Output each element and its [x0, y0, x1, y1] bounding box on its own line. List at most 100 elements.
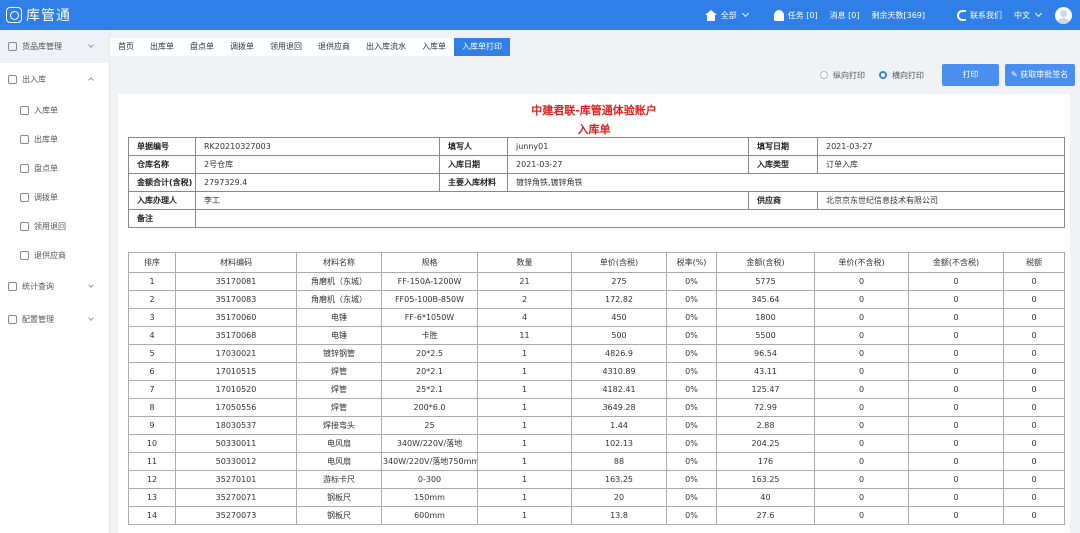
messages-label: 消息 [0]	[829, 10, 860, 20]
print-button[interactable]: 打印	[942, 64, 999, 86]
sidebar-item-settings[interactable]: 配置管理	[0, 303, 109, 336]
table-cell: 1800	[716, 308, 815, 327]
contact-link[interactable]: 联系我们	[957, 9, 1002, 21]
tab-requisition-return[interactable]: 领用退回	[262, 38, 310, 56]
table-cell: 0	[1003, 326, 1065, 345]
scope-dropdown[interactable]: 全部	[704, 9, 749, 21]
avatar[interactable]	[1055, 6, 1072, 24]
table-cell: 40	[716, 488, 815, 507]
tab-inbound-print[interactable]: 入库单打印	[454, 38, 510, 56]
table-cell: 0%	[666, 272, 717, 291]
days-left-badge: 剩余天数[369]	[871, 10, 925, 21]
contact-label: 联系我们	[970, 10, 1002, 20]
table-cell: 13	[128, 488, 176, 507]
tab-stocktake[interactable]: 盘点单	[182, 38, 222, 56]
table-cell: 275	[571, 272, 667, 291]
language-label: 中文	[1014, 10, 1030, 20]
chevron-down-icon	[88, 315, 94, 321]
table-cell: 0-300	[381, 470, 478, 489]
table-cell: 0	[908, 362, 1004, 381]
table-cell: 43.11	[716, 362, 815, 381]
radio-icon	[820, 71, 828, 79]
table-cell: 0	[814, 290, 909, 309]
column-header: 规格	[381, 252, 478, 273]
filler-value: junny01	[507, 137, 749, 156]
table-cell: 1	[477, 470, 572, 489]
fetch-signature-button[interactable]: ✎ 获取审批签名	[1005, 64, 1075, 86]
language-dropdown[interactable]: 中文	[1014, 9, 1043, 21]
top-bar: 库管通 全部 任务 [0] 消息 [0] 剩余天数[369] 联系我们 中文	[0, 0, 1080, 30]
table-cell: 0	[1003, 272, 1065, 291]
radio-label: 横向打印	[892, 70, 924, 80]
table-cell: 600mm	[381, 506, 478, 525]
table-cell: 0	[1003, 434, 1065, 453]
table-cell: 0	[908, 290, 1004, 309]
table-cell: 0%	[666, 416, 717, 435]
table-row: 6 17010515 焊管 20*2.1 1 4310.89 0% 43.11 0 0 0	[128, 362, 1065, 381]
table-cell: 35270073	[175, 506, 297, 525]
tasks-link[interactable]: 任务 [0]	[773, 9, 818, 21]
table-cell: FF-6*1050W	[381, 308, 478, 327]
table-cell: 21	[477, 272, 572, 291]
table-cell: 0%	[666, 506, 717, 525]
tab-home[interactable]: 首页	[110, 38, 142, 56]
table-cell: 450	[571, 308, 667, 327]
document-title: 入库单	[577, 123, 611, 136]
table-cell: 0	[814, 452, 909, 471]
tab-outbound[interactable]: 出库单	[142, 38, 182, 56]
table-cell: 204.25	[716, 434, 815, 453]
table-cell: 0	[814, 272, 909, 291]
column-header: 单价(含税)	[571, 252, 667, 273]
table-cell: 0	[814, 308, 909, 327]
sidebar-item-transfer[interactable]: 调拨单	[0, 183, 109, 212]
table-cell: 0	[908, 416, 1004, 435]
table-cell: 0	[1003, 380, 1065, 399]
table-cell: 13.8	[571, 506, 667, 525]
tab-transfer[interactable]: 调拨单	[222, 38, 262, 56]
table-cell: 0	[908, 398, 1004, 417]
doc-no-value: RK20210327003	[195, 137, 440, 156]
table-cell: 0	[908, 272, 1004, 291]
table-cell: 10	[128, 434, 176, 453]
sidebar-item-inbound[interactable]: 入库单	[0, 96, 109, 125]
supplier-label: 供应商	[748, 191, 818, 210]
table-cell: 0	[1003, 452, 1065, 471]
table-cell: 0	[908, 308, 1004, 327]
in-type-value: 订单入库	[817, 155, 1065, 174]
tab-inbound[interactable]: 入库单	[414, 38, 454, 56]
sidebar-item-stock-io[interactable]: 出入库	[0, 63, 109, 96]
table-cell: 25*2.1	[381, 380, 478, 399]
sidebar-item-label: 出库单	[34, 135, 58, 144]
items-header-row: 排序 材料编码 材料名称 规格 数量 单价(含税) 税率(%) 金额(含税) 单价(不含税) 金额…	[128, 252, 1065, 273]
table-row: 2 35170083 角磨机（东城） FF05-100B-850W 2 172.82 0% 3…	[128, 290, 1065, 309]
sidebar-item-supplier-return[interactable]: 退供应商	[0, 241, 109, 270]
chevron-down-icon	[741, 9, 749, 18]
sidebar-item-outbound[interactable]: 出库单	[0, 125, 109, 154]
table-cell: 0	[908, 470, 1004, 489]
landscape-print-radio[interactable]: 横向打印	[879, 70, 924, 81]
app-logo[interactable]: 库管通	[0, 5, 110, 25]
column-header: 排序	[128, 252, 176, 273]
messages-link[interactable]: 消息 [0]	[830, 10, 860, 21]
amount-label: 金额合计(含税)	[128, 173, 196, 192]
table-cell: 163.25	[716, 470, 815, 489]
sidebar-item-requisition-return[interactable]: 领用退回	[0, 212, 109, 241]
tab-stock-flow[interactable]: 出入库流水	[358, 38, 414, 56]
table-cell: 钢板尺	[296, 488, 382, 507]
sidebar-item-statistics[interactable]: 统计查询	[0, 270, 109, 303]
portrait-print-radio[interactable]: 纵向打印	[820, 70, 865, 81]
table-cell: 0%	[666, 452, 717, 471]
table-cell: 163.25	[571, 470, 667, 489]
sidebar-item-stocktake[interactable]: 盘点单	[0, 154, 109, 183]
logo-icon	[6, 7, 22, 23]
radio-checked-icon	[879, 71, 887, 79]
table-cell: 0%	[666, 380, 717, 399]
table-cell: 1	[477, 416, 572, 435]
table-cell: 0	[1003, 308, 1065, 327]
chevron-down-icon	[1034, 9, 1043, 18]
outbound-icon	[20, 135, 29, 144]
tab-supplier-return[interactable]: 退供应商	[310, 38, 358, 56]
table-cell: 1	[128, 272, 176, 291]
filler-label: 填写人	[439, 137, 508, 156]
sidebar-item-inventory[interactable]: 货品库管理	[0, 30, 109, 63]
